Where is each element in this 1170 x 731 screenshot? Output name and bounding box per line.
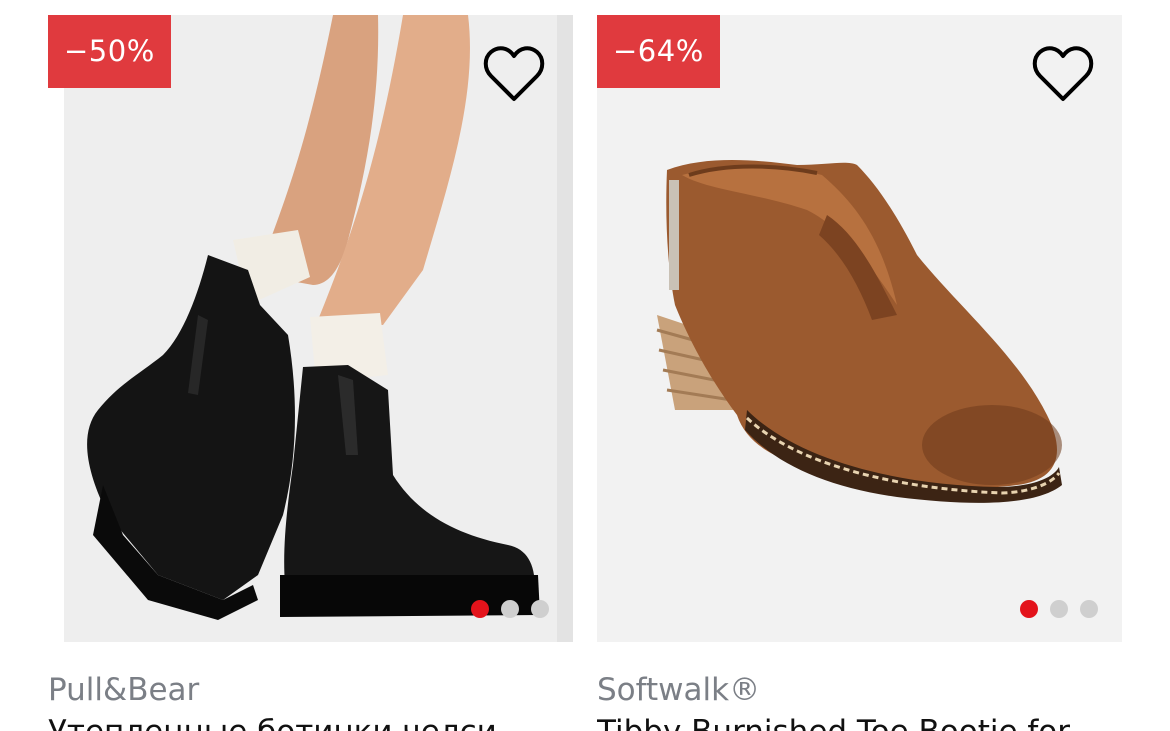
product-card[interactable]: −50% Pull&Bear Утепленные ботинки челси xyxy=(48,15,573,731)
product-card[interactable]: −64% Softwalk® Tibby Burnished Toe Booti… xyxy=(597,15,1122,731)
carousel-dot[interactable] xyxy=(1080,600,1098,618)
image-carousel-dots xyxy=(471,600,549,618)
product-title[interactable]: Утепленные ботинки челси xyxy=(48,712,573,731)
product-image[interactable]: −64% xyxy=(597,15,1122,642)
carousel-dot[interactable] xyxy=(501,600,519,618)
product-brand: Pull&Bear xyxy=(48,672,200,708)
carousel-dot-active[interactable] xyxy=(471,600,489,618)
brown-suede-ankle-bootie-photo xyxy=(597,15,1122,642)
carousel-dot[interactable] xyxy=(531,600,549,618)
product-image[interactable]: −50% xyxy=(48,15,573,642)
discount-badge: −50% xyxy=(48,15,171,88)
product-grid: −50% Pull&Bear Утепленные ботинки челси xyxy=(0,0,1170,731)
product-title[interactable]: Tibby Burnished Toe Bootie for xyxy=(597,712,1122,731)
image-carousel-dots xyxy=(1020,600,1098,618)
discount-badge: −64% xyxy=(597,15,720,88)
heart-outline-icon[interactable] xyxy=(1032,45,1094,105)
carousel-dot[interactable] xyxy=(1050,600,1068,618)
heart-outline-icon[interactable] xyxy=(483,45,545,105)
product-brand: Softwalk® xyxy=(597,672,761,708)
carousel-dot-active[interactable] xyxy=(1020,600,1038,618)
black-chelsea-boots-photo xyxy=(48,15,573,642)
